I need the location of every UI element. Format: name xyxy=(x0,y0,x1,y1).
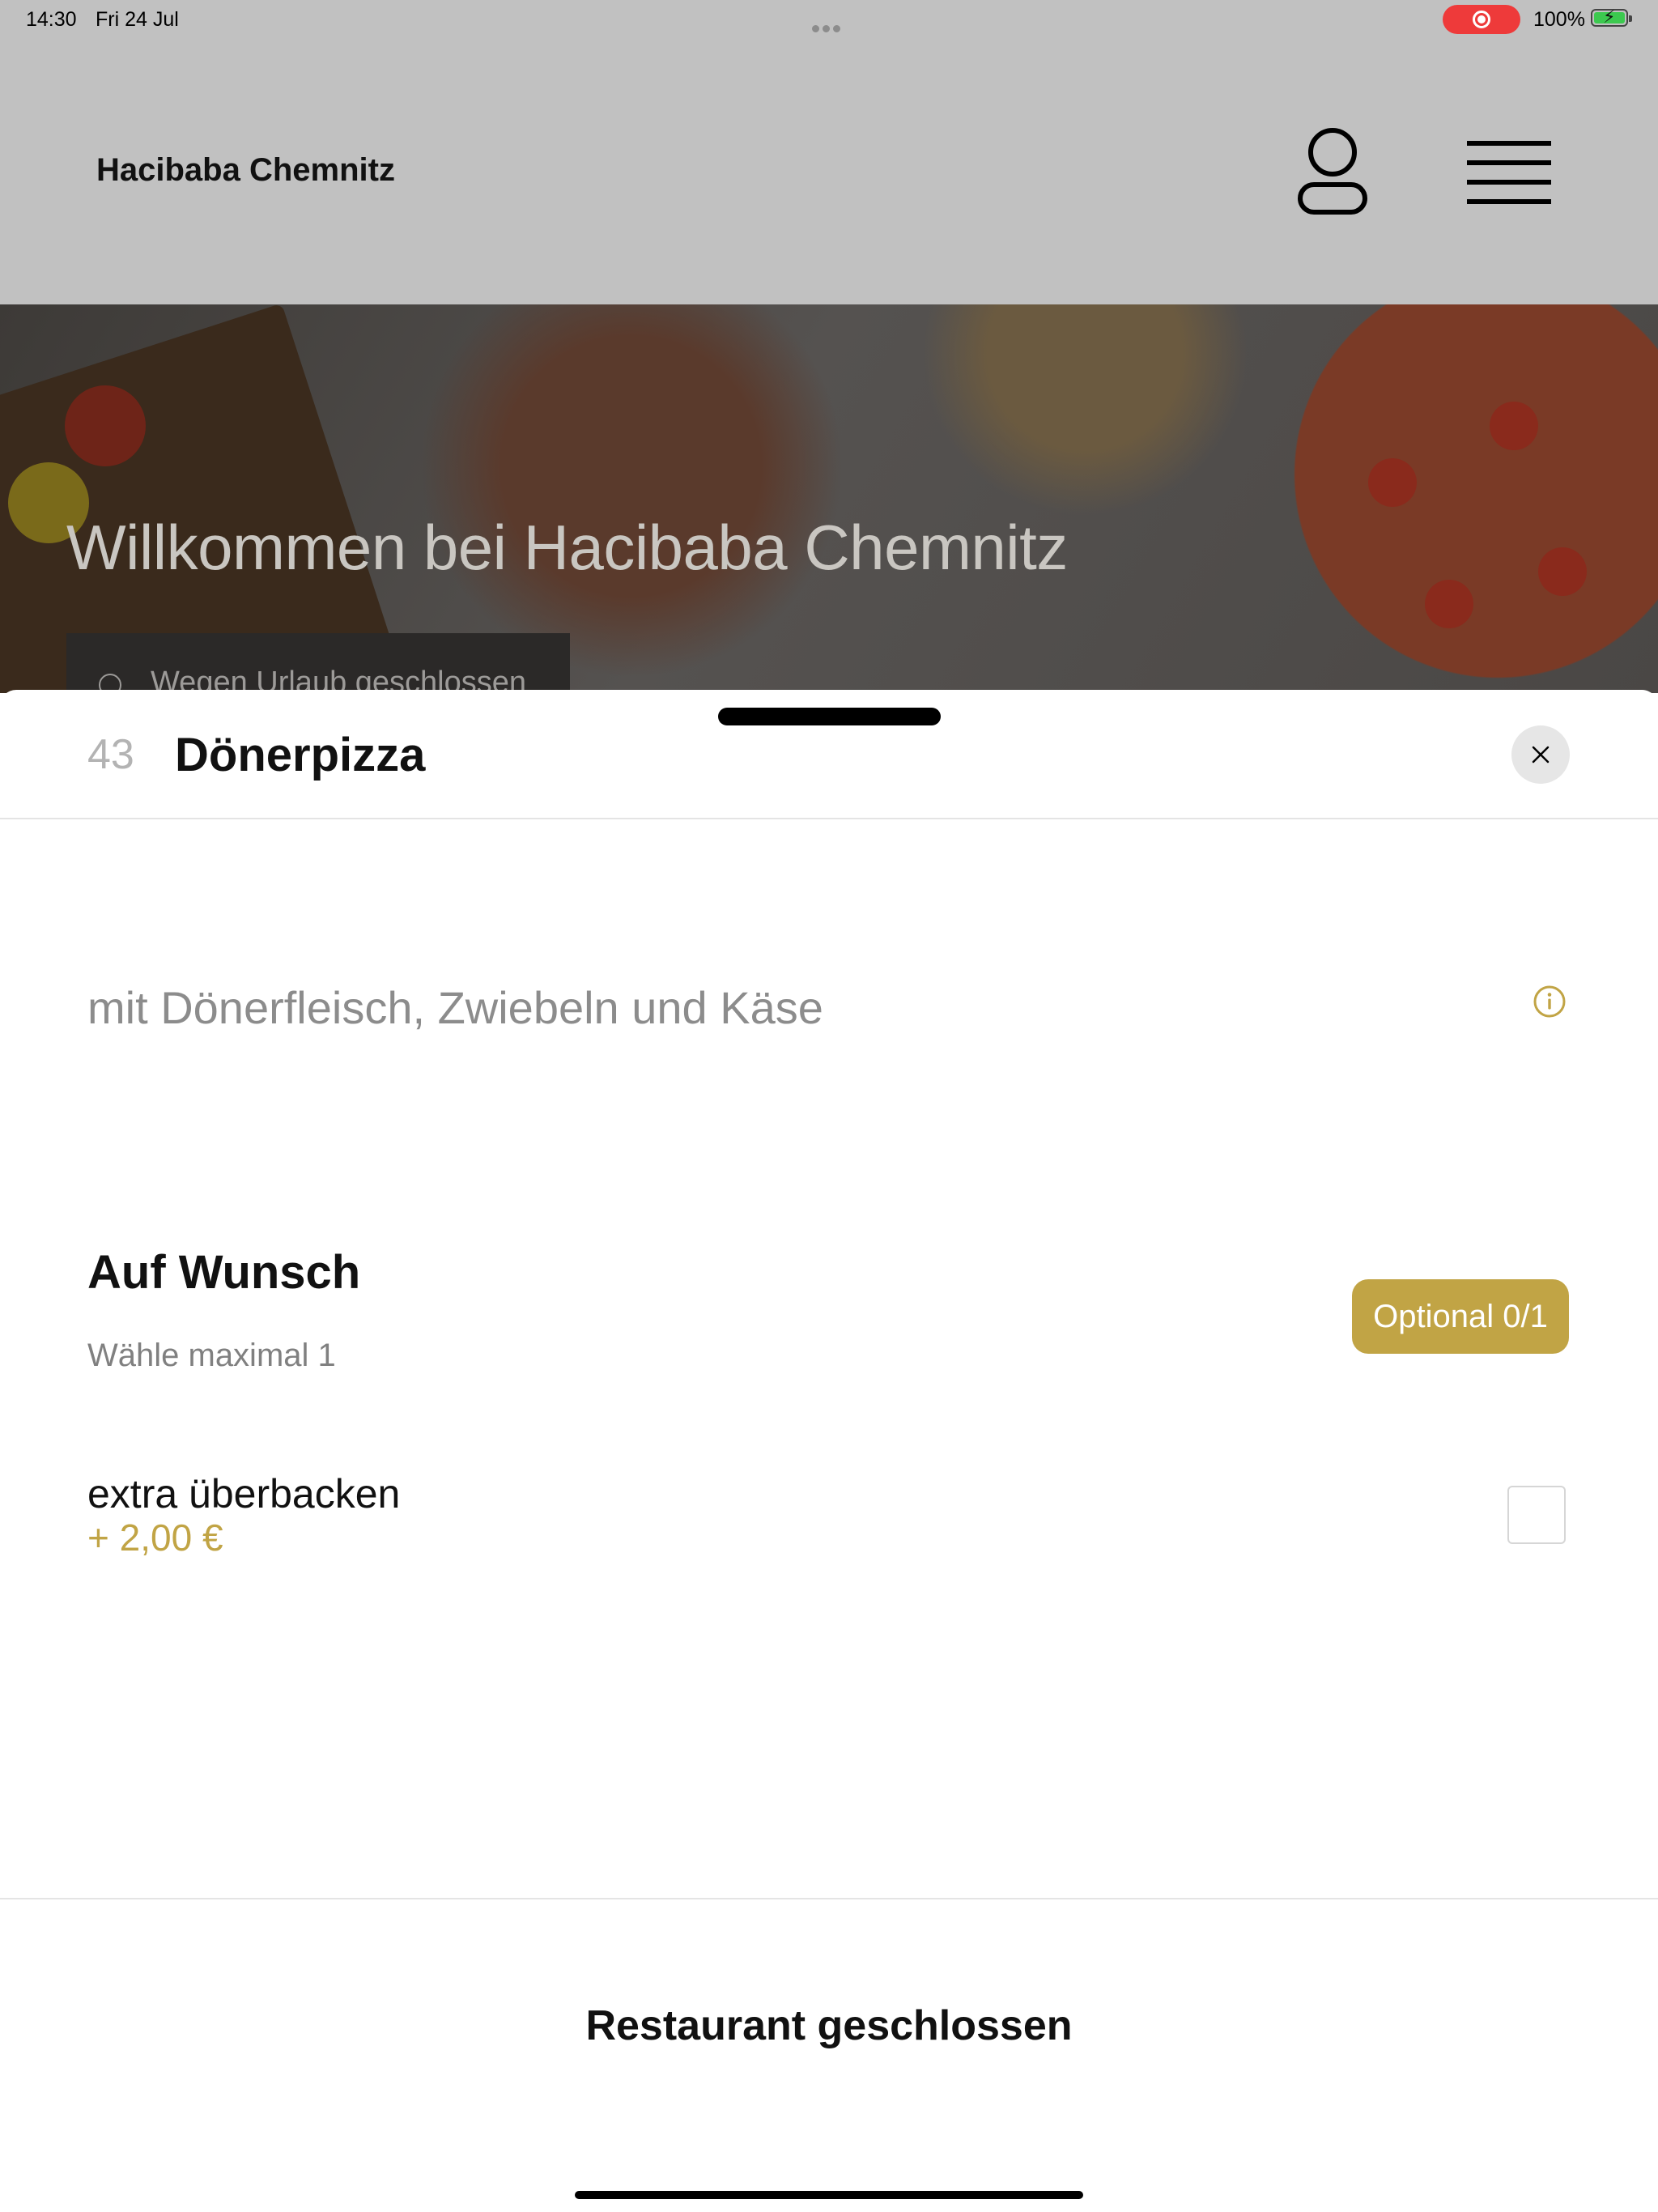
status-date: Fri 24 Jul xyxy=(96,8,179,31)
user-icon[interactable] xyxy=(1295,126,1370,215)
option-group-title: Auf Wunsch xyxy=(87,1246,361,1299)
closed-status-badge: Wegen Urlaub geschlossen xyxy=(66,633,570,693)
item-title: Dönerpizza xyxy=(175,729,426,781)
item-number: 43 xyxy=(87,731,134,778)
hero-banner: Willkommen bei Hacibaba Chemnitz Wegen U… xyxy=(0,304,1658,693)
battery-icon: ⚡ xyxy=(1591,6,1632,27)
hero-pizza-image xyxy=(1490,402,1538,450)
hero-pizza-image xyxy=(1368,458,1417,507)
item-detail-sheet: 43 Dönerpizza mit Dönerfleisch, Zwiebeln… xyxy=(0,690,1658,2212)
option-label[interactable]: extra überbacken xyxy=(87,1470,400,1517)
divider xyxy=(0,1898,1658,1899)
multitasking-dots-icon[interactable] xyxy=(812,15,846,32)
hero-sauce-image xyxy=(65,385,146,466)
site-header: Hacibaba Chemnitz xyxy=(0,39,1658,304)
status-bar: 14:30 Fri 24 Jul 100% ⚡ xyxy=(0,0,1658,39)
option-price: + 2,00 € xyxy=(87,1516,223,1559)
restaurant-closed-label: Restaurant geschlossen xyxy=(585,2002,1073,2049)
screen-recording-icon xyxy=(1443,5,1520,34)
option-group-subtitle: Wähle maximal 1 xyxy=(87,1338,336,1373)
battery-percent: 100% xyxy=(1533,8,1585,31)
sheet-grabber-handle[interactable] xyxy=(718,708,941,725)
site-title[interactable]: Hacibaba Chemnitz xyxy=(96,152,395,189)
close-icon xyxy=(1532,746,1550,764)
close-button[interactable] xyxy=(1511,725,1570,784)
closed-status-label: Wegen Urlaub geschlossen xyxy=(151,666,527,693)
hero-title: Willkommen bei Hacibaba Chemnitz xyxy=(66,512,1068,583)
option-checkbox[interactable] xyxy=(1507,1486,1566,1544)
divider xyxy=(0,818,1658,819)
home-indicator[interactable] xyxy=(575,2191,1083,2199)
status-time: 14:30 xyxy=(26,8,77,31)
hero-pizza-image xyxy=(1425,580,1473,628)
info-icon[interactable] xyxy=(1533,985,1567,1019)
optional-count-badge: Optional 0/1 xyxy=(1352,1279,1569,1354)
menu-icon[interactable] xyxy=(1467,136,1551,209)
item-description: mit Dönerfleisch, Zwiebeln und Käse xyxy=(87,982,823,1033)
hero-pizza-image xyxy=(1538,547,1587,596)
